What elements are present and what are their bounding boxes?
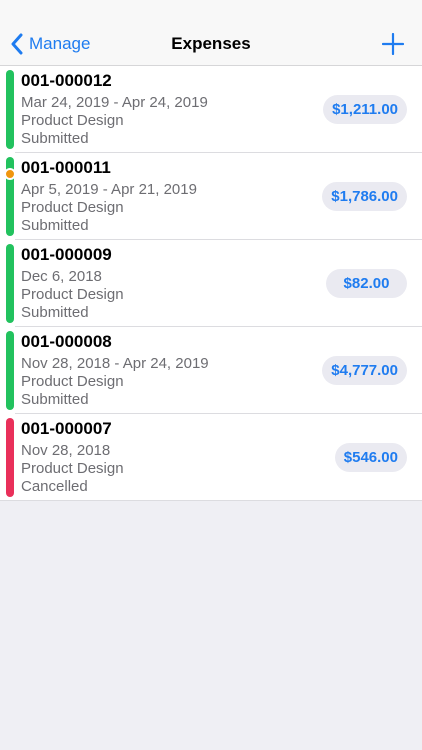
back-button-label: Manage (29, 34, 91, 53)
expense-row[interactable]: 001-000007 Nov 28, 2018 Product Design Canc… (0, 414, 422, 501)
expense-id: 001-000012 (21, 71, 112, 90)
status-indicator-bar (6, 418, 14, 497)
pending-dot-icon (4, 168, 16, 180)
expense-status: Submitted (21, 130, 89, 147)
expense-id: 001-000009 (21, 245, 112, 264)
expense-id: 001-000011 (21, 158, 111, 177)
expense-date: Apr 5, 2019 - Apr 21, 2019 (21, 181, 197, 198)
status-indicator-bar (6, 70, 14, 149)
expense-id: 001-000008 (21, 332, 112, 351)
expense-list: 001-000012 Mar 24, 2019 - Apr 24, 2019 Pro… (0, 66, 422, 501)
expense-project: Product Design (21, 286, 124, 303)
expense-project: Product Design (21, 199, 124, 216)
expense-project: Product Design (21, 460, 124, 477)
expense-id: 001-000007 (21, 419, 112, 438)
plus-icon[interactable] (382, 33, 404, 55)
expense-row[interactable]: 001-000011 Apr 5, 2019 - Apr 21, 2019 Prod… (0, 153, 422, 240)
expense-row[interactable]: 001-000009 Dec 6, 2018 Product Design Submi… (0, 240, 422, 327)
expense-status: Submitted (21, 391, 89, 408)
status-indicator-bar (6, 331, 14, 410)
amount-badge[interactable]: $1,211.00 (323, 95, 407, 124)
expense-status: Submitted (21, 304, 89, 321)
navigation-bar: Manage Expenses (0, 22, 422, 66)
expense-date: Mar 24, 2019 - Apr 24, 2019 (21, 94, 208, 111)
amount-badge[interactable]: $4,777.00 (322, 356, 407, 385)
chevron-left-icon (11, 33, 23, 55)
amount-badge[interactable]: $1,786.00 (322, 182, 407, 211)
amount-badge[interactable]: $546.00 (334, 443, 407, 472)
expense-date: Nov 28, 2018 (21, 442, 111, 459)
expense-date: Dec 6, 2018 (21, 268, 102, 285)
status-indicator-bar (6, 244, 14, 323)
expense-project: Product Design (21, 373, 124, 390)
expense-row[interactable]: 001-000012 Mar 24, 2019 - Apr 24, 2019 Pro… (0, 66, 422, 153)
expense-status: Cancelled (21, 478, 88, 495)
back-button[interactable]: Manage (10, 22, 90, 66)
amount-badge[interactable]: $82.00 (326, 269, 407, 298)
expense-status: Submitted (21, 217, 89, 234)
expense-row[interactable]: 001-000008 Nov 28, 2018 - Apr 24, 2019 Pro… (0, 327, 422, 414)
status-bar (0, 0, 422, 22)
expense-project: Product Design (21, 112, 124, 129)
expense-date: Nov 28, 2018 - Apr 24, 2019 (21, 355, 209, 372)
